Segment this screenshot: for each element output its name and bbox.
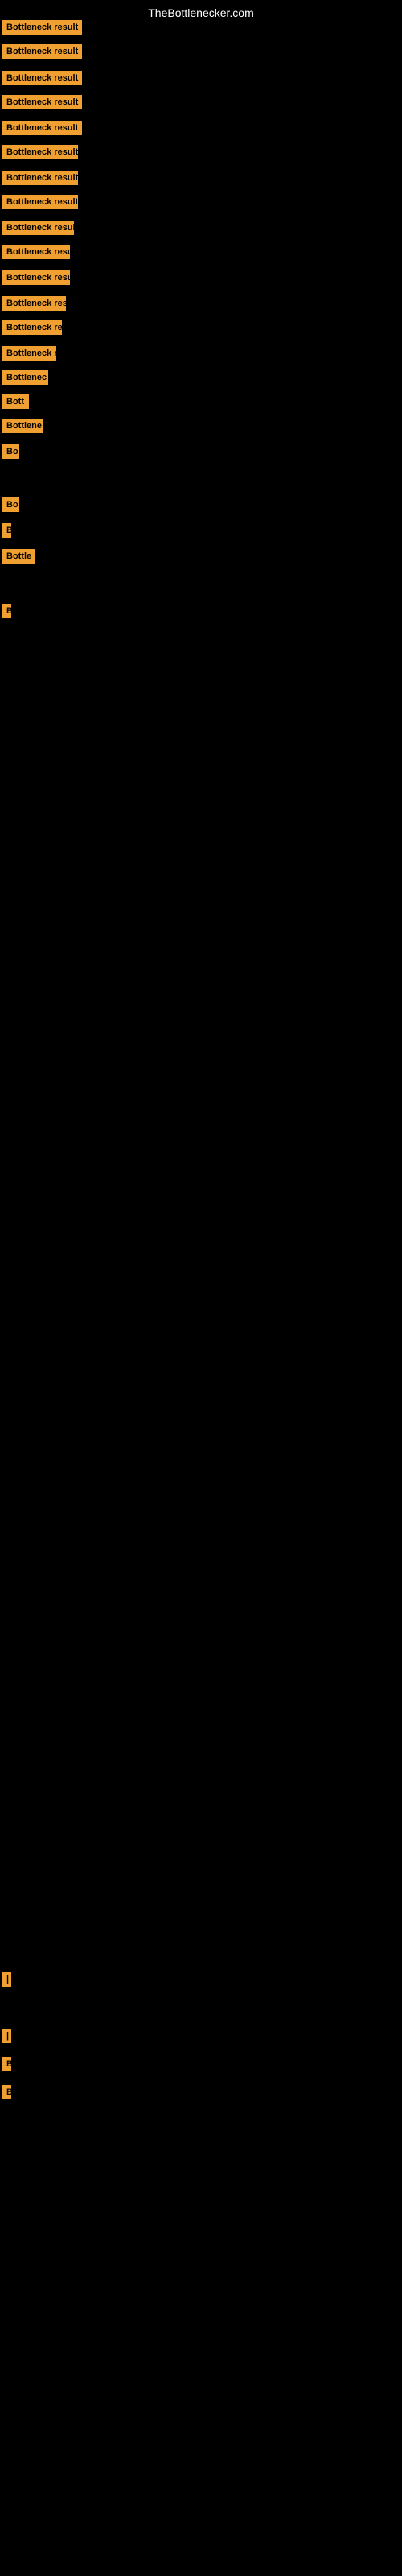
bottleneck-badge-container: Bottleneck result bbox=[2, 20, 82, 39]
bottleneck-result-badge[interactable]: B bbox=[2, 604, 11, 618]
bottleneck-result-badge[interactable]: Bottleneck resu bbox=[2, 245, 70, 259]
bottleneck-result-badge[interactable]: Bottleneck result bbox=[2, 145, 78, 159]
bottleneck-result-badge[interactable]: Bottle bbox=[2, 549, 35, 564]
bottleneck-badge-container: Bottleneck result bbox=[2, 145, 78, 163]
bottleneck-result-badge[interactable]: Bottleneck result bbox=[2, 221, 74, 235]
bottleneck-result-badge[interactable]: | bbox=[2, 1972, 11, 1987]
bottleneck-result-badge[interactable]: Bottleneck result bbox=[2, 44, 82, 59]
bottleneck-result-badge[interactable]: Bottleneck res bbox=[2, 320, 62, 335]
bottleneck-result-badge[interactable]: Bottleneck res bbox=[2, 296, 66, 311]
bottleneck-result-badge[interactable]: Bottleneck result bbox=[2, 171, 78, 185]
bottleneck-badge-container: Bottlenec bbox=[2, 370, 48, 389]
bottleneck-badge-container: Bottleneck resu bbox=[2, 245, 70, 263]
bottleneck-badge-container: Bo bbox=[2, 444, 19, 463]
bottleneck-result-badge[interactable]: | bbox=[2, 2029, 11, 2043]
bottleneck-badge-container: Bottleneck resu bbox=[2, 270, 70, 289]
bottleneck-badge-container: Bottleneck res bbox=[2, 296, 66, 315]
bottleneck-result-badge[interactable]: Bottleneck re bbox=[2, 346, 56, 361]
bottleneck-badge-container: Bott bbox=[2, 394, 29, 413]
bottleneck-result-badge[interactable]: Bottleneck result bbox=[2, 95, 82, 109]
bottleneck-badge-container: Bottleneck result bbox=[2, 44, 82, 63]
bottleneck-result-badge[interactable]: Bottleneck result bbox=[2, 71, 82, 85]
bottleneck-result-badge[interactable]: Bottlenec bbox=[2, 370, 48, 385]
bottleneck-badge-container: B bbox=[2, 2057, 11, 2075]
bottleneck-badge-container: Bottleneck result bbox=[2, 171, 78, 189]
bottleneck-badge-container: | bbox=[2, 1972, 8, 1991]
bottleneck-badge-container: Bo bbox=[2, 497, 19, 516]
bottleneck-result-badge[interactable]: B bbox=[2, 523, 11, 538]
bottleneck-badge-container: Bottleneck result bbox=[2, 121, 82, 139]
bottleneck-badge-container: B bbox=[2, 604, 11, 622]
bottleneck-result-badge[interactable]: Bottleneck result bbox=[2, 121, 82, 135]
bottleneck-result-badge[interactable]: B bbox=[2, 2057, 11, 2071]
bottleneck-badge-container: Bottlene bbox=[2, 419, 43, 437]
bottleneck-badge-container: Bottleneck result bbox=[2, 95, 82, 114]
bottleneck-result-badge[interactable]: Bottleneck result bbox=[2, 20, 82, 35]
bottleneck-result-badge[interactable]: Bottleneck resu bbox=[2, 270, 70, 285]
bottleneck-result-badge[interactable]: Bo bbox=[2, 497, 19, 512]
bottleneck-badge-container: | bbox=[2, 2029, 8, 2047]
bottleneck-badge-container: Bottle bbox=[2, 549, 35, 568]
bottleneck-badge-container: B bbox=[2, 523, 11, 542]
bottleneck-result-badge[interactable]: Bottlene bbox=[2, 419, 43, 433]
bottleneck-badge-container: Bottleneck result bbox=[2, 221, 74, 239]
bottleneck-result-badge[interactable]: Bott bbox=[2, 394, 29, 409]
bottleneck-badge-container: B bbox=[2, 2085, 11, 2103]
bottleneck-result-badge[interactable]: Bottleneck result bbox=[2, 195, 78, 209]
bottleneck-result-badge[interactable]: B bbox=[2, 2085, 11, 2099]
bottleneck-badge-container: Bottleneck re bbox=[2, 346, 56, 365]
bottleneck-badge-container: Bottleneck result bbox=[2, 71, 82, 89]
bottleneck-badge-container: Bottleneck res bbox=[2, 320, 62, 339]
bottleneck-result-badge[interactable]: Bo bbox=[2, 444, 19, 459]
bottleneck-badge-container: Bottleneck result bbox=[2, 195, 78, 213]
